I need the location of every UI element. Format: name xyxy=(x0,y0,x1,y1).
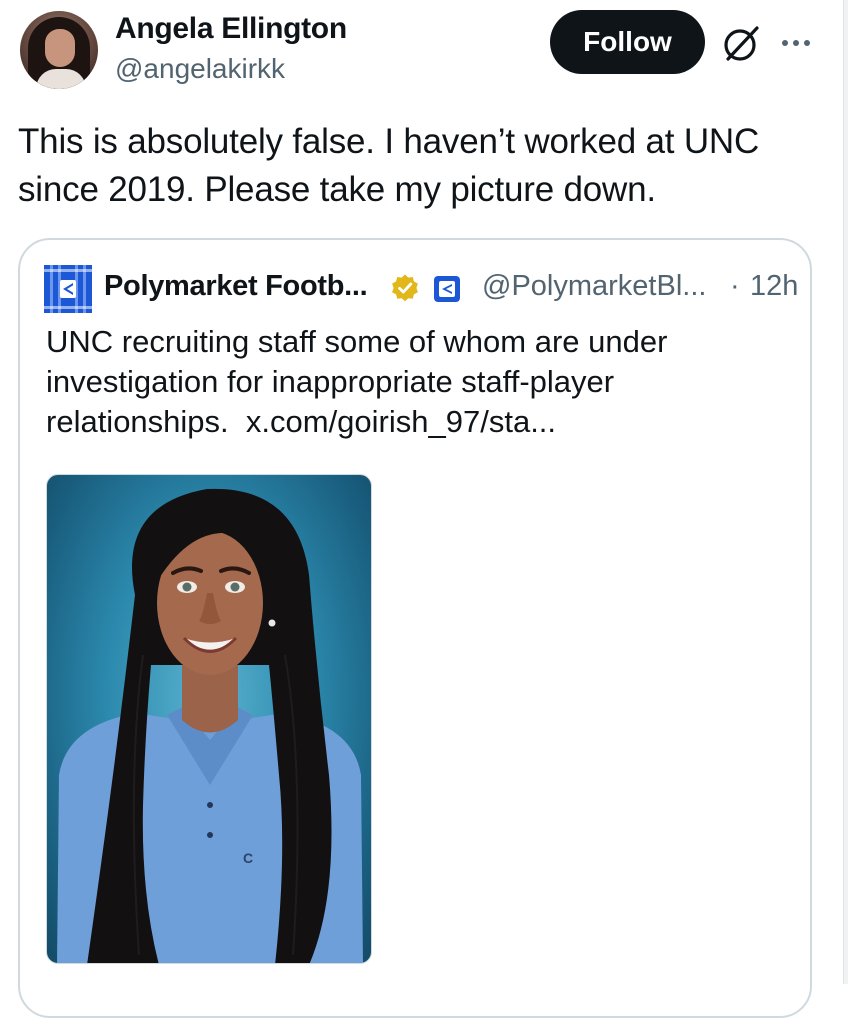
verified-badge-icon xyxy=(392,274,418,302)
polymarket-logo-icon xyxy=(60,280,76,298)
timeline-divider xyxy=(843,0,848,984)
author-avatar[interactable] xyxy=(20,11,98,89)
quoted-timestamp[interactable]: 12h xyxy=(750,270,798,303)
meta-separator: · xyxy=(730,270,740,302)
quoted-author-handle[interactable]: @PolymarketBl... xyxy=(482,270,706,303)
avatar-face xyxy=(45,29,75,67)
quoted-tweet-photo[interactable]: C xyxy=(46,474,372,964)
quoted-author-avatar[interactable] xyxy=(44,265,92,313)
portrait-illustration: C xyxy=(57,488,363,963)
quoted-tweet-link[interactable]: x.com/goirish_97/sta... xyxy=(246,404,556,439)
follow-button[interactable]: Follow xyxy=(550,10,705,74)
quoted-author-name[interactable]: Polymarket Footb... xyxy=(104,270,368,303)
author-handle[interactable]: @angelakirkk xyxy=(115,53,285,85)
affiliation-badge-icon[interactable] xyxy=(434,276,460,302)
author-display-name[interactable]: Angela Ellington xyxy=(115,12,347,46)
grok-icon[interactable] xyxy=(719,22,763,66)
tweet-text: This is absolutely false. I haven’t work… xyxy=(18,122,760,209)
svg-text:C: C xyxy=(243,850,253,866)
more-icon[interactable] xyxy=(776,28,816,58)
quoted-tweet-text: UNC recruiting staff some of whom are un… xyxy=(46,322,766,442)
quoted-tweet-card[interactable]: Polymarket Footb... @PolymarketBl... · 1… xyxy=(18,238,812,1018)
